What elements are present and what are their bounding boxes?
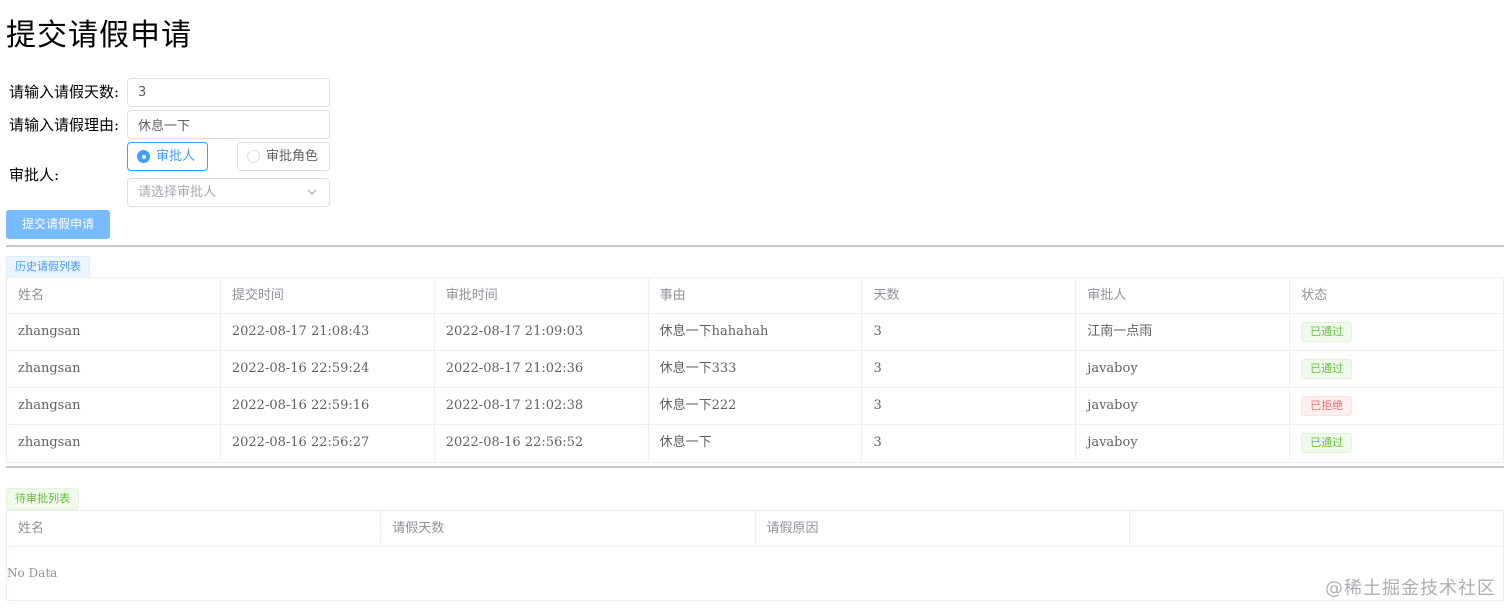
column-header-days: 天数 [862, 278, 1077, 313]
history-list-tag: 历史请假列表 [6, 256, 90, 278]
pending-list-tag: 待审批列表 [6, 488, 79, 510]
cell-days: 3 [862, 314, 1077, 350]
status-badge: 已通过 [1301, 358, 1353, 379]
table-row: zhangsan 2022-08-16 22:59:16 2022-08-17 … [7, 388, 1503, 425]
history-table-header: 姓名 提交时间 审批时间 事由 天数 审批人 状态 [7, 278, 1503, 314]
column-header-approver: 审批人 [1076, 278, 1291, 313]
cell-days: 3 [862, 351, 1077, 387]
status-badge: 已通过 [1301, 321, 1353, 342]
days-label: 请输入请假天数: [9, 83, 120, 101]
watermark: @稀土掘金技术社区 [1325, 578, 1496, 599]
approver-select-placeholder: 请选择审批人 [138, 185, 217, 200]
submit-leave-button[interactable]: 提交请假申请 [6, 210, 110, 239]
radio-unchecked-icon [247, 150, 260, 163]
column-header-approve-time: 审批时间 [435, 278, 649, 313]
table-row: zhangsan 2022-08-16 22:59:24 2022-08-17 … [7, 351, 1503, 388]
cell-approve-time: 2022-08-17 21:02:36 [435, 351, 649, 387]
reason-input[interactable] [127, 110, 330, 139]
cell-name: zhangsan [7, 388, 221, 424]
cell-name: zhangsan [7, 351, 221, 387]
pending-table: 姓名 请假天数 请假原因 No Data [6, 510, 1504, 601]
cell-approver: javaboy [1076, 351, 1291, 387]
page-title: 提交请假申请 [6, 18, 192, 53]
column-header-submit-time: 提交时间 [221, 278, 435, 313]
cell-approve-time: 2022-08-17 21:02:38 [435, 388, 649, 424]
cell-days: 3 [862, 425, 1077, 461]
empty-state: No Data [7, 566, 58, 580]
cell-reason: 休息一下333 [649, 351, 863, 387]
column-header-leave-reason: 请假原因 [756, 511, 1130, 546]
cell-name: zhangsan [7, 314, 221, 350]
column-header-status: 状态 [1301, 288, 1328, 303]
cell-days: 3 [862, 388, 1077, 424]
cell-submit-time: 2022-08-16 22:56:27 [221, 425, 435, 461]
cell-status: 已通过 [1290, 314, 1503, 350]
cell-approve-time: 2022-08-16 22:56:52 [435, 425, 649, 461]
cell-approver: 江南一点雨 [1076, 314, 1291, 350]
history-table: 姓名 提交时间 审批时间 事由 天数 审批人 状态 zhangsan 2022-… [6, 277, 1504, 463]
cell-approve-time: 2022-08-17 21:09:03 [435, 314, 649, 350]
approver-select[interactable]: 请选择审批人 [127, 178, 330, 207]
cell-reason: 休息一下hahahah [649, 314, 863, 350]
cell-approver: javaboy [1076, 388, 1291, 424]
column-header-leave-days: 请假天数 [381, 511, 756, 546]
pending-table-header: 姓名 请假天数 请假原因 [7, 511, 1503, 547]
status-badge: 已通过 [1301, 432, 1353, 453]
chevron-down-icon [307, 189, 317, 195]
cell-name: zhangsan [7, 425, 221, 461]
cell-status: 已通过 [1290, 351, 1503, 387]
cell-reason: 休息一下 [649, 425, 863, 461]
radio-approver-role[interactable]: 审批角色 [237, 142, 330, 171]
reason-label: 请输入请假理由: [9, 116, 120, 134]
cell-submit-time: 2022-08-16 22:59:24 [221, 351, 435, 387]
status-badge: 已拒绝 [1301, 395, 1353, 416]
cell-status: 已通过 [1290, 425, 1503, 461]
table-row: zhangsan 2022-08-16 22:56:27 2022-08-16 … [7, 425, 1503, 462]
radio-approver-label: 审批人 [156, 149, 196, 164]
column-header-actions [1130, 511, 1503, 546]
radio-approver[interactable]: 审批人 [127, 142, 208, 171]
radio-checked-icon [137, 150, 150, 163]
divider [6, 466, 1504, 468]
column-header-name: 姓名 [7, 511, 382, 546]
column-header-reason: 事由 [649, 278, 863, 313]
column-header-name: 姓名 [7, 278, 221, 313]
cell-submit-time: 2022-08-17 21:08:43 [221, 314, 435, 350]
cell-approver: javaboy [1076, 425, 1291, 461]
approver-label: 审批人: [9, 166, 60, 184]
cell-submit-time: 2022-08-16 22:59:16 [221, 388, 435, 424]
days-input[interactable] [127, 78, 330, 107]
divider [6, 245, 1504, 247]
table-row: zhangsan 2022-08-17 21:08:43 2022-08-17 … [7, 314, 1503, 351]
radio-approver-role-label: 审批角色 [266, 149, 319, 164]
cell-reason: 休息一下222 [649, 388, 863, 424]
cell-status: 已拒绝 [1290, 388, 1503, 424]
